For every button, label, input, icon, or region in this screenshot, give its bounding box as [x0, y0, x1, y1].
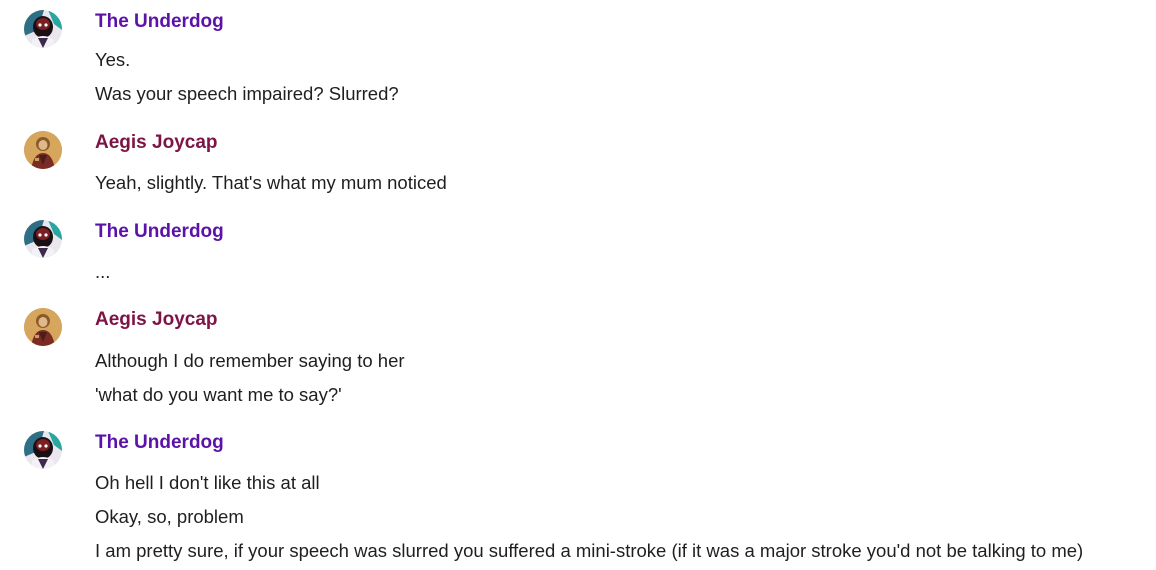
message-text: Although I do remember saying to her	[95, 350, 405, 371]
message-text: I am pretty sure, if your speech was slu…	[95, 540, 1084, 561]
message-text: Oh hell I don't like this at all	[95, 472, 320, 493]
message-text: Okay, so, problem	[95, 506, 244, 527]
underdog-avatar-icon[interactable]	[24, 10, 62, 48]
author-name[interactable]: The Underdog	[95, 10, 224, 34]
author-name[interactable]: The Underdog	[95, 431, 224, 455]
aegis-avatar-icon[interactable]	[24, 131, 62, 169]
underdog-avatar-icon[interactable]	[24, 431, 62, 469]
message-text: 'what do you want me to say?'	[95, 384, 342, 405]
message-text: Yes.	[95, 49, 131, 70]
message-text: Yeah, slightly. That's what my mum notic…	[95, 172, 447, 193]
chat-log: The Underdog Yes. Was your speech impair…	[0, 0, 1156, 570]
author-name[interactable]: Aegis Joycap	[95, 308, 218, 332]
message-text: Was your speech impaired? Slurred?	[95, 83, 399, 104]
author-name[interactable]: The Underdog	[95, 220, 224, 244]
underdog-avatar-icon[interactable]	[24, 220, 62, 258]
aegis-avatar-icon[interactable]	[24, 308, 62, 346]
author-name[interactable]: Aegis Joycap	[95, 131, 218, 155]
message-text: ...	[95, 261, 111, 282]
